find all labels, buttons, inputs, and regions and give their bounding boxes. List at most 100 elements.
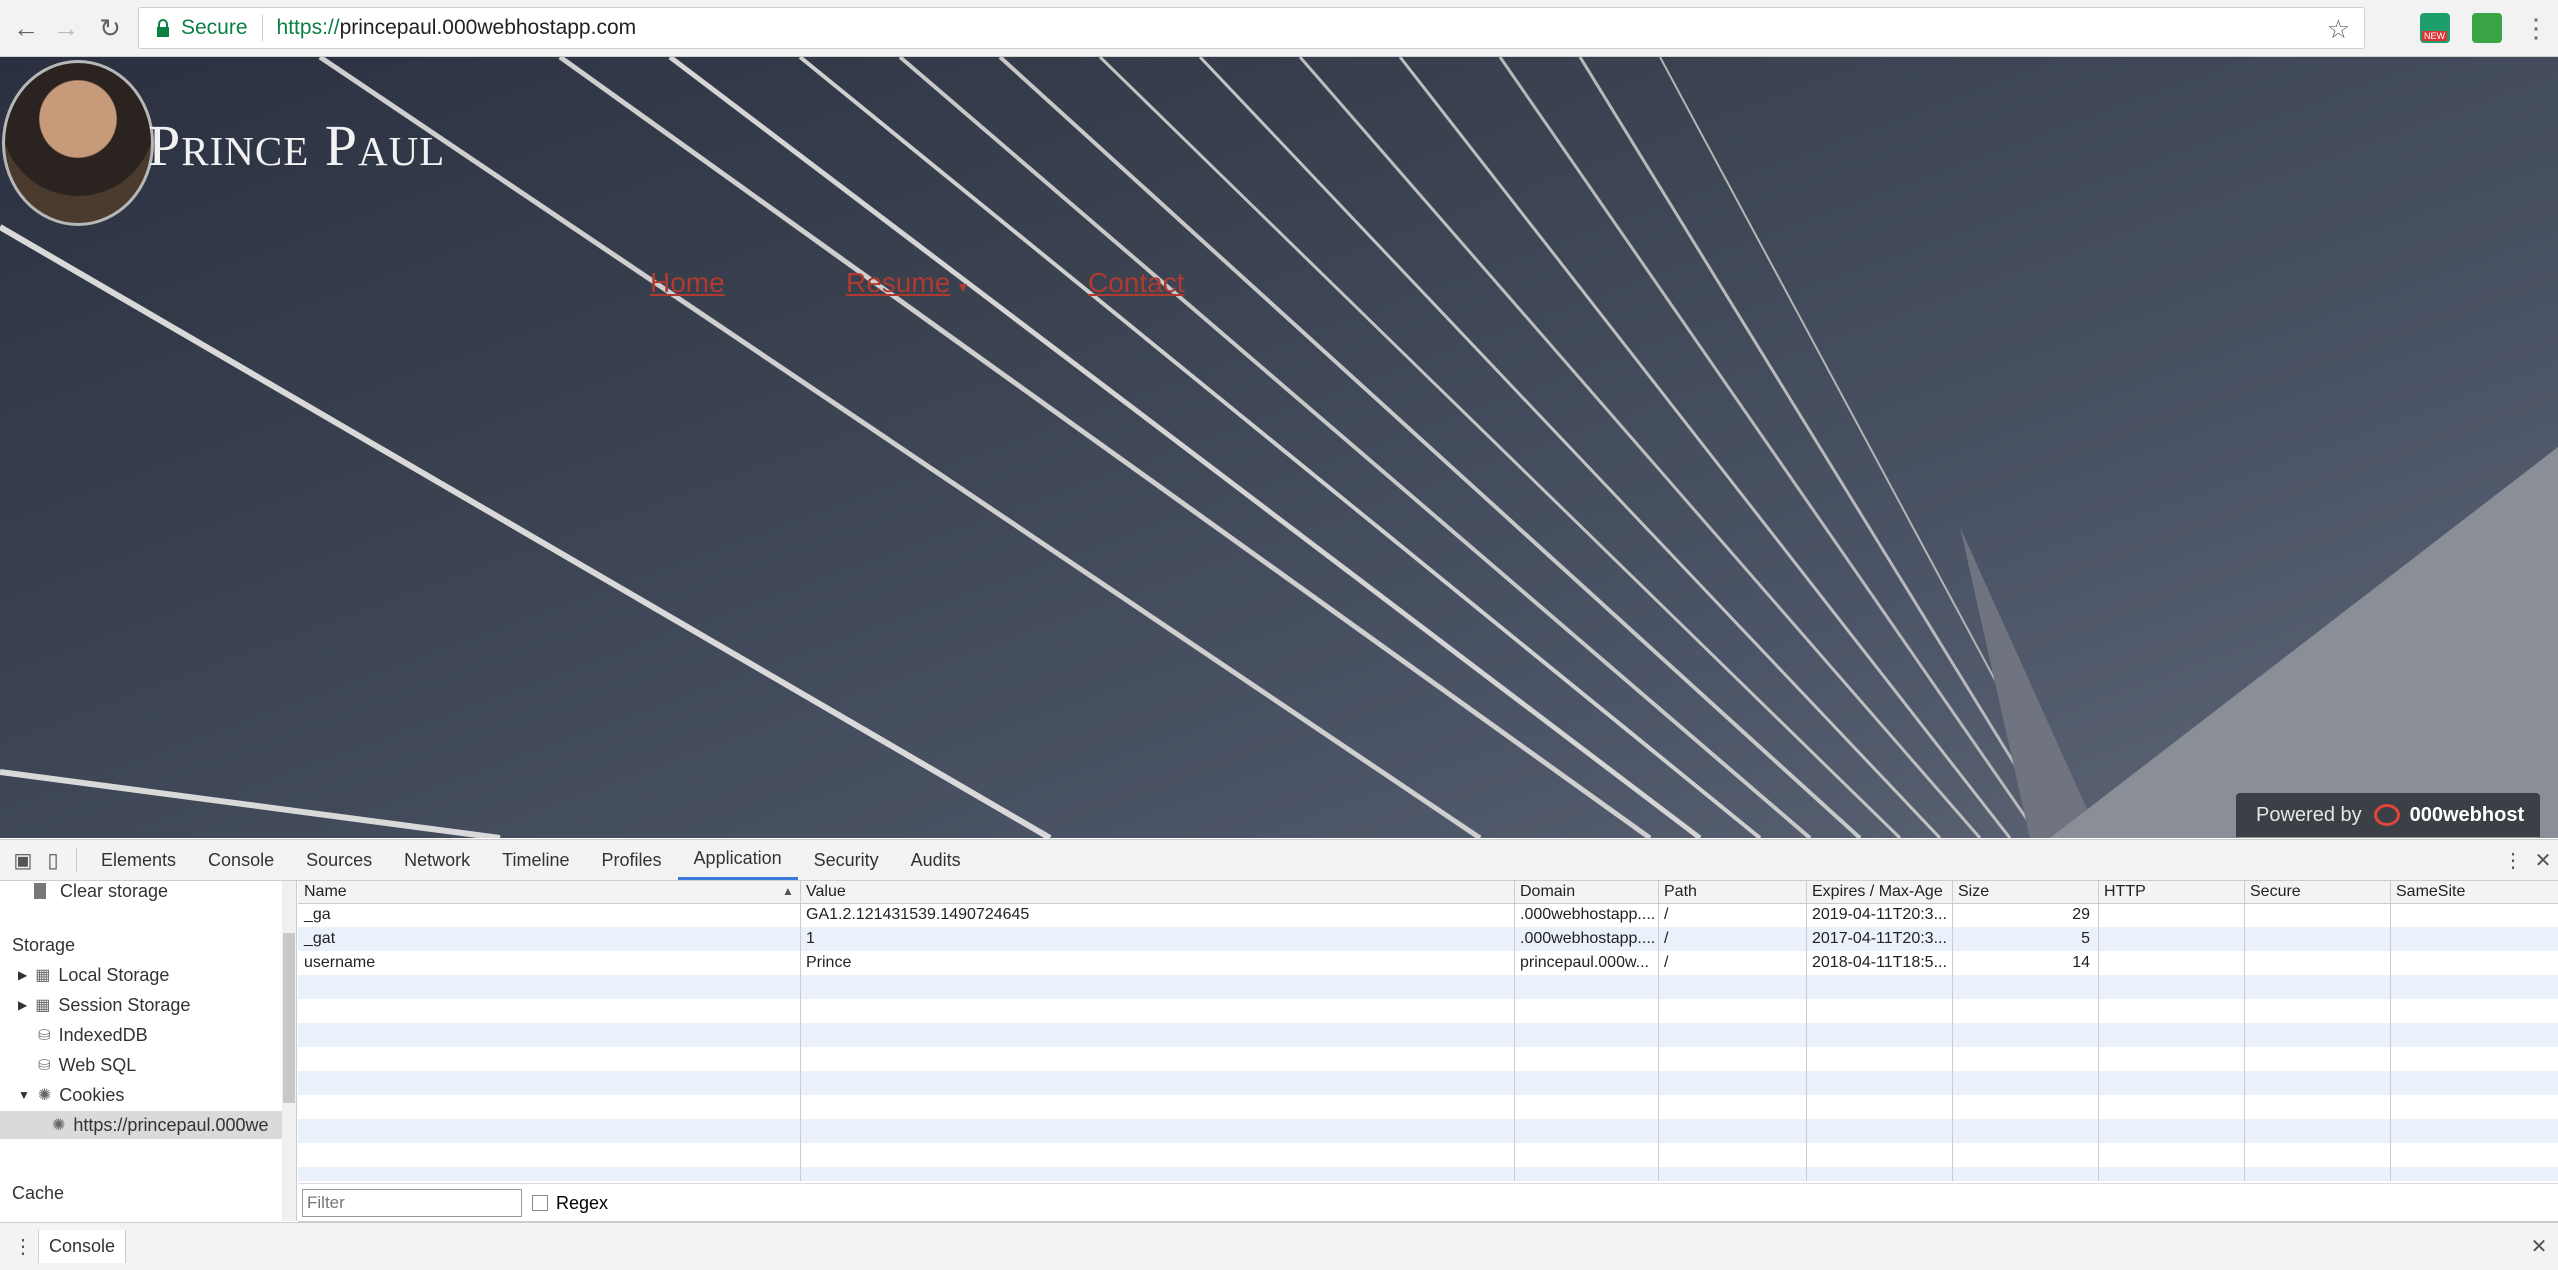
cookies-table: Name ▲ Value Domain Path Expires / Max-A… (298, 881, 2558, 1181)
column-divider[interactable] (1514, 881, 1515, 1181)
column-header-http[interactable]: HTTP (2098, 881, 2244, 903)
close-icon[interactable]: ✕ (2528, 845, 2558, 875)
tab-audits[interactable]: Audits (895, 840, 977, 880)
sidebar-item-cookie-origin[interactable]: ✺ https://princepaul.000we (0, 1111, 282, 1139)
column-header-path[interactable]: Path (1658, 881, 1806, 903)
powered-by-label: Powered by (2256, 803, 2362, 826)
column-divider[interactable] (800, 881, 801, 1181)
grid-icon: ▦ (35, 997, 51, 1014)
application-sidebar: Clear storage Storage ▶ ▦ Local Storage … (0, 881, 297, 1221)
tab-sources[interactable]: Sources (290, 840, 388, 880)
sidebar-item-label: Session Storage (58, 994, 191, 1015)
sidebar-item-indexeddb[interactable]: ⛁ IndexedDB (38, 1021, 148, 1049)
tab-profiles[interactable]: Profiles (586, 840, 678, 880)
cell-expires: 2017-04-11T20:3... (1812, 930, 1947, 947)
cell-size: 29 (2072, 906, 2090, 923)
column-divider[interactable] (1806, 881, 1807, 1181)
url-host: princepaul.000webhostapp.com (339, 16, 637, 39)
sidebar-item-label: Web SQL (58, 1054, 137, 1075)
omnibox-divider (261, 15, 263, 41)
sidebar-item-label: Local Storage (58, 964, 170, 985)
row-stripe (298, 975, 2558, 999)
trash-icon (34, 883, 46, 899)
bookmark-star-icon[interactable]: ☆ (2327, 14, 2350, 45)
sidebar-item-clear-storage[interactable]: Clear storage (34, 881, 168, 905)
nav-resume-link[interactable]: Resume (846, 267, 950, 299)
column-divider[interactable] (2098, 881, 2099, 1181)
scrollbar-thumb[interactable] (283, 933, 295, 1103)
device-toolbar-icon[interactable]: ▯ (38, 845, 68, 875)
powered-by-badge[interactable]: Powered by 000webhost (2236, 793, 2540, 837)
row-stripe (298, 1119, 2558, 1143)
storage-heading: Storage (12, 935, 76, 955)
sidebar-item-session-storage[interactable]: ▶ ▦ Session Storage (18, 991, 190, 1019)
extension-icon[interactable]: NEW (2420, 13, 2450, 43)
column-header-secure[interactable]: Secure (2244, 881, 2390, 903)
cell-domain: .000webhostapp.... (1520, 930, 1656, 947)
row-stripe (298, 1071, 2558, 1095)
chevron-down-icon: ▼ (956, 279, 970, 295)
column-header-samesite[interactable]: SameSite (2390, 881, 2558, 903)
forward-icon[interactable]: → (48, 10, 84, 46)
cookie-icon: ✺ (37, 1087, 52, 1104)
sidebar-item-label: IndexedDB (58, 1024, 148, 1045)
cell-name: _gat (304, 930, 336, 947)
url-scheme: https:// (276, 16, 340, 39)
expand-triangle-icon: ▶ (18, 968, 28, 982)
cell-size: 5 (2081, 930, 2090, 947)
column-divider[interactable] (2244, 881, 2245, 1181)
reload-icon[interactable]: ↻ (92, 10, 128, 46)
tab-application[interactable]: Application (677, 840, 798, 880)
cell-name: _ga (304, 906, 331, 923)
drawer-menu-icon[interactable]: ⋮ (8, 1232, 38, 1262)
chrome-menu-icon[interactable]: ⋮ (2518, 10, 2554, 46)
database-icon: ⛁ (38, 1027, 51, 1044)
nav-home-link[interactable]: Home (650, 267, 725, 299)
tab-elements[interactable]: Elements (85, 840, 192, 880)
table-header: Name ▲ Value Domain Path Expires / Max-A… (298, 881, 2558, 904)
row-stripe (298, 1023, 2558, 1047)
column-divider[interactable] (1658, 881, 1659, 1181)
tab-security[interactable]: Security (798, 840, 895, 880)
brand-name: 000webhost (2409, 803, 2525, 826)
inspect-element-icon[interactable]: ▣ (8, 845, 38, 875)
filter-input[interactable] (302, 1189, 522, 1217)
sidebar-item-local-storage[interactable]: ▶ ▦ Local Storage (18, 961, 169, 989)
cell-path: / (1664, 954, 1669, 971)
sidebar-item-cookies[interactable]: ▼ ✺ Cookies (18, 1081, 124, 1109)
toolbar-divider (76, 848, 77, 872)
back-icon[interactable]: ← (8, 10, 44, 46)
cell-value: Prince (806, 954, 852, 971)
regex-checkbox[interactable] (532, 1195, 548, 1211)
cell-size: 14 (2072, 954, 2090, 971)
column-header-expires[interactable]: Expires / Max-Age (1806, 881, 1952, 903)
close-drawer-icon[interactable]: ✕ (2524, 1232, 2554, 1262)
avatar (2, 60, 154, 226)
column-header-size[interactable]: Size (1952, 881, 2098, 903)
column-header-value[interactable]: Value (800, 881, 1514, 903)
devtools-menu-icon[interactable]: ⋮ (2498, 845, 2528, 875)
extension-shield-icon[interactable] (2472, 13, 2502, 43)
sidebar-scrollbar[interactable] (282, 881, 296, 1221)
new-badge: NEW (2422, 31, 2447, 41)
drawer-tab-console[interactable]: Console (38, 1230, 127, 1263)
nav-contact-link[interactable]: Contact (1088, 267, 1185, 299)
cell-path: / (1664, 930, 1669, 947)
tab-console[interactable]: Console (192, 840, 290, 880)
cell-path: / (1664, 906, 1669, 923)
column-divider[interactable] (2390, 881, 2391, 1181)
tab-timeline[interactable]: Timeline (486, 840, 585, 880)
column-divider[interactable] (1952, 881, 1953, 1181)
column-header-domain[interactable]: Domain (1514, 881, 1658, 903)
cookie-icon: ✺ (52, 1117, 66, 1134)
url-text[interactable]: https://princepaul.000webhostapp.com (277, 16, 637, 40)
column-header-name[interactable]: Name (298, 881, 800, 903)
cache-heading: Cache (12, 1183, 65, 1203)
sort-ascending-icon: ▲ (782, 884, 794, 898)
address-bar[interactable]: Secure https://princepaul.000webhostapp.… (138, 7, 2365, 49)
site-title: Prince Paul (148, 113, 446, 178)
secure-label: Secure (181, 16, 248, 39)
tab-network[interactable]: Network (388, 840, 486, 880)
sidebar-item-label: Cookies (59, 1084, 125, 1105)
sidebar-item-web-sql[interactable]: ⛁ Web SQL (38, 1051, 136, 1079)
